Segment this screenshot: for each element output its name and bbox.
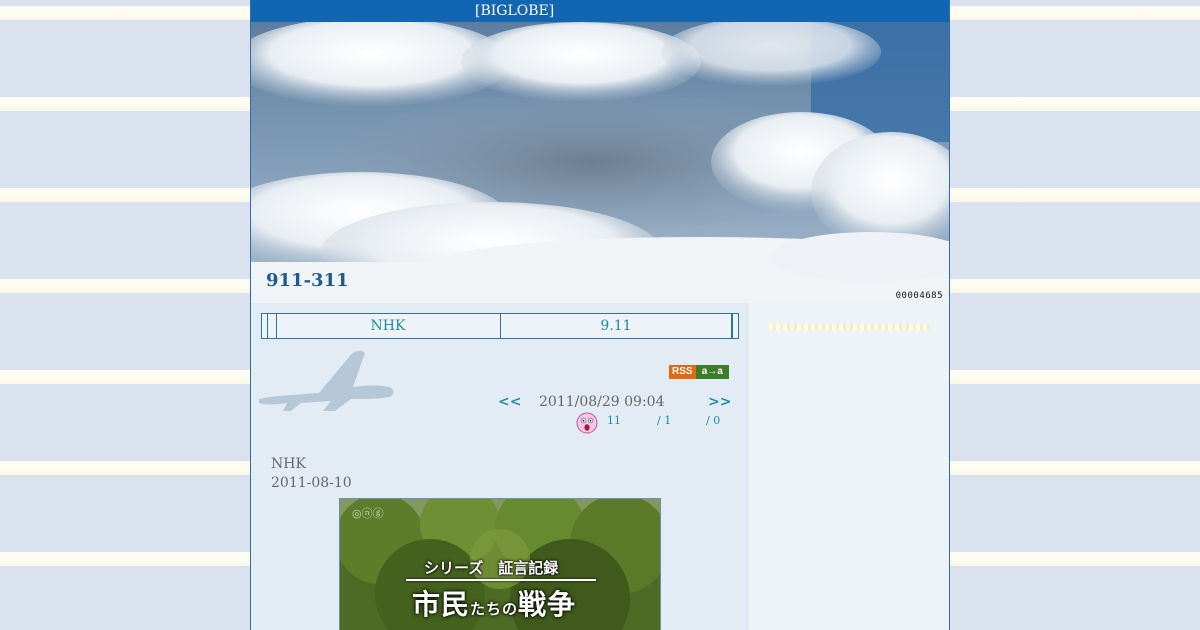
page: [BIGLOBE] 911-311 00004685 NHK 9.11 RSS … [250, 0, 950, 630]
image-title-part-1: 市民 [412, 588, 471, 621]
sidebar-decoration [769, 324, 929, 330]
rss-reader-label: a→a [695, 365, 729, 379]
main-content: NHK 9.11 RSS a→a << 2011/08/29 09:04 >> … [251, 303, 749, 630]
image-main-title: 市民たちの戦争 [412, 583, 576, 623]
header-banner: 911-311 [251, 22, 949, 300]
rss-button[interactable]: RSS a→a [669, 365, 729, 379]
image-title-rule [406, 579, 596, 581]
stat-count-1[interactable]: 11 [607, 414, 621, 427]
sidebar [749, 303, 949, 630]
airplane-icon [259, 350, 394, 411]
image-series-title: シリーズ 証言記録 [424, 559, 559, 577]
surprised-face-icon[interactable] [576, 412, 598, 434]
access-counter: 00004685 [895, 291, 943, 301]
nav-divider [732, 314, 733, 338]
next-entry-link[interactable]: >> [708, 394, 731, 410]
rss-label: RSS [669, 365, 696, 379]
prev-entry-link[interactable]: << [498, 394, 521, 410]
top-bar: [BIGLOBE] [251, 0, 949, 22]
category-nav: NHK 9.11 [261, 313, 739, 339]
nav-link-911[interactable]: 9.11 [501, 314, 732, 338]
nav-link-nhk[interactable]: NHK [276, 314, 501, 338]
entry-datetime: 2011/08/29 09:04 [539, 394, 665, 410]
channel-logo: ◎ⓝⓖ [352, 507, 384, 520]
image-title-part-3: 戦争 [518, 588, 577, 621]
sky-clouds-image [251, 22, 949, 300]
blog-title[interactable]: 911-311 [266, 270, 349, 291]
entry-image[interactable]: ◎ⓝⓖ シリーズ 証言記録 市民たちの戦争 [339, 498, 661, 630]
stat-count-2[interactable]: / 1 [657, 414, 671, 427]
site-title-link[interactable]: [BIGLOBE] [475, 0, 554, 22]
entry-text-line-2: 2011-08-10 [271, 475, 352, 491]
entry-text-line-1: NHK [271, 456, 306, 472]
stat-count-3[interactable]: / 0 [706, 414, 720, 427]
image-title-part-2: たちの [470, 600, 519, 618]
